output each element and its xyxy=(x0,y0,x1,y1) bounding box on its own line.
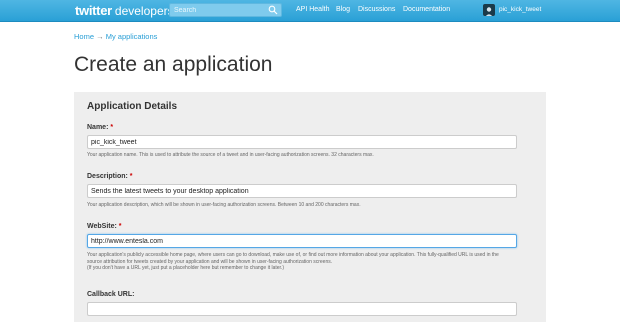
search-box[interactable] xyxy=(169,3,282,17)
nav-api-health[interactable]: API Health xyxy=(296,6,329,13)
application-details-panel: Application Details Name: * Your applica… xyxy=(74,92,546,322)
description-field[interactable] xyxy=(87,184,517,198)
top-bar: twitterdevelopers API Health Blog Discus… xyxy=(0,0,620,22)
page-title: Create an application xyxy=(74,53,273,76)
avatar xyxy=(483,4,495,16)
required-mark: * xyxy=(118,223,122,230)
username: pic_kick_tweet xyxy=(499,6,542,13)
website-help: Your application's publicly accessible h… xyxy=(87,252,522,272)
logo-sub: developers xyxy=(114,4,174,18)
required-mark: * xyxy=(129,173,133,180)
logo-brand: twitter xyxy=(75,3,112,18)
callback-url-field[interactable] xyxy=(87,302,517,316)
required-mark: * xyxy=(110,124,114,131)
breadcrumb: Home → My applications xyxy=(74,32,157,41)
section-title: Application Details xyxy=(87,101,178,112)
website-help-line-1: Your application's publicly accessible h… xyxy=(87,252,499,258)
nav-discussions[interactable]: Discussions xyxy=(358,6,395,13)
name-label-text: Name: xyxy=(87,124,109,131)
nav-blog[interactable]: Blog xyxy=(336,6,350,13)
callback-url-label-text: Callback URL: xyxy=(87,291,135,298)
twitter-developers-logo[interactable]: twitter developers xyxy=(75,3,174,18)
user-avatar-icon xyxy=(485,7,493,16)
name-label: Name: * xyxy=(87,124,113,131)
nav-documentation[interactable]: Documentation xyxy=(403,6,450,13)
description-label-text: Description: xyxy=(87,173,128,180)
breadcrumb-home[interactable]: Home xyxy=(74,32,94,41)
website-field[interactable] xyxy=(87,234,517,248)
search-input[interactable] xyxy=(174,4,269,16)
callback-url-label: Callback URL: xyxy=(87,291,134,298)
website-help-line-3: (If you don't have a URL yet, just put a… xyxy=(87,265,284,271)
website-label: WebSite: * xyxy=(87,223,122,230)
breadcrumb-my-applications[interactable]: My applications xyxy=(106,32,158,41)
name-help: Your application name. This is used to a… xyxy=(87,152,374,158)
name-field[interactable] xyxy=(87,135,517,149)
description-label: Description: * xyxy=(87,173,133,180)
description-help: Your application description, which will… xyxy=(87,202,361,208)
website-label-text: WebSite: xyxy=(87,223,117,230)
search-icon[interactable] xyxy=(268,5,278,15)
breadcrumb-separator: → xyxy=(96,32,104,41)
